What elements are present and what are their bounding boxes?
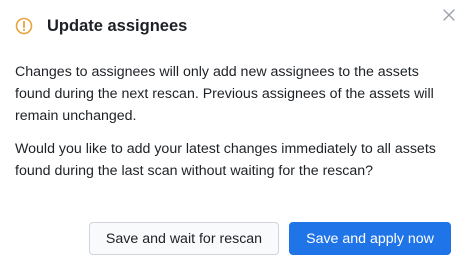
save-and-apply-button[interactable]: Save and apply now [289,222,451,255]
warning-circle-icon [15,17,33,35]
dialog-footer: Save and wait for rescan Save and apply … [89,222,451,255]
close-icon[interactable] [442,8,456,22]
dialog-header: Update assignees [15,14,187,38]
dialog-title: Update assignees [47,17,188,35]
dialog-message-rescan: Changes to assignees will only add new a… [15,64,434,124]
dialog-message-question: Would you like to add your latest change… [15,141,436,179]
update-assignees-dialog: Update assignees Changes to assignees wi… [0,0,467,260]
save-and-wait-button[interactable]: Save and wait for rescan [89,222,279,255]
